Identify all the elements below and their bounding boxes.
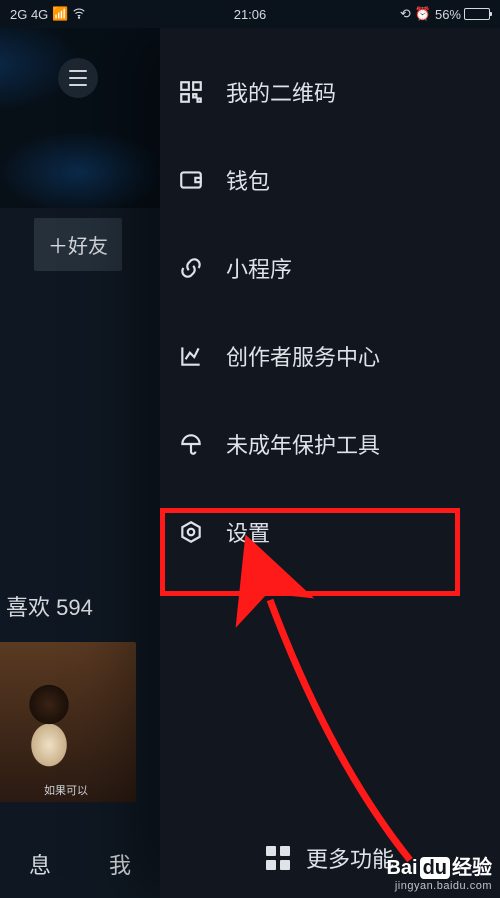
menu-item-label: 我的二维码: [226, 76, 336, 108]
tab-messages[interactable]: 息: [29, 848, 51, 880]
more-functions-label: 更多功能: [306, 842, 394, 874]
signal-indicator: 2G 4G: [10, 7, 48, 22]
thumbnail-caption: 如果可以: [0, 782, 136, 798]
thumbnail-image: [14, 682, 84, 772]
likes-count-label[interactable]: 喜欢 594: [6, 590, 93, 622]
add-friend-button[interactable]: ＋好友: [34, 218, 122, 271]
menu-item-label: 钱包: [226, 164, 270, 196]
menu-item-wallet[interactable]: 钱包: [160, 136, 500, 224]
status-bar: 2G 4G 📶 21:06 ⟲ ⏰ 56%: [0, 0, 500, 28]
menu-item-settings[interactable]: 设置: [160, 488, 500, 576]
menu-item-creator-center[interactable]: 创作者服务中心: [160, 312, 500, 400]
watermark-url: jingyan.baidu.com: [386, 880, 492, 892]
qrcode-icon: [178, 79, 204, 105]
side-drawer: 我的二维码 钱包 小程序 创作者服务中心 未成年保护工具: [160, 28, 500, 898]
video-thumbnail[interactable]: 如果可以: [0, 642, 136, 802]
profile-header-bg: [0, 28, 160, 208]
wallet-icon: [178, 167, 204, 193]
settings-icon: [178, 519, 204, 545]
grid-icon: [266, 846, 290, 870]
menu-item-miniprogram[interactable]: 小程序: [160, 224, 500, 312]
chart-icon: [178, 343, 204, 369]
menu-item-label: 小程序: [226, 252, 292, 284]
link-icon: [178, 255, 204, 281]
drawer-menu: 我的二维码 钱包 小程序 创作者服务中心 未成年保护工具: [160, 28, 500, 576]
alarm-icon: ⏰: [415, 6, 431, 22]
umbrella-icon: [178, 431, 204, 457]
menu-item-label: 创作者服务中心: [226, 340, 380, 372]
battery-indicator: 56%: [435, 7, 490, 22]
orientation-lock-icon: ⟲: [400, 6, 411, 22]
wifi-icon: [72, 6, 86, 23]
tab-me[interactable]: 我: [109, 848, 131, 880]
watermark: Baidu经验 jingyan.baidu.com: [386, 851, 492, 892]
menu-item-label: 设置: [226, 516, 270, 548]
battery-percent-label: 56%: [435, 7, 461, 22]
watermark-brand: Baidu经验: [386, 851, 492, 880]
clock: 21:06: [234, 7, 267, 22]
bottom-tab-bar: 息 我: [0, 848, 160, 880]
profile-screen-under-drawer: ＋好友 喜欢 594 如果可以 息 我: [0, 28, 160, 898]
signal-bars-icon: 📶: [52, 6, 68, 22]
menu-button[interactable]: [58, 58, 98, 98]
menu-item-youth-protection[interactable]: 未成年保护工具: [160, 400, 500, 488]
menu-item-label: 未成年保护工具: [226, 428, 380, 460]
menu-item-qrcode[interactable]: 我的二维码: [160, 48, 500, 136]
